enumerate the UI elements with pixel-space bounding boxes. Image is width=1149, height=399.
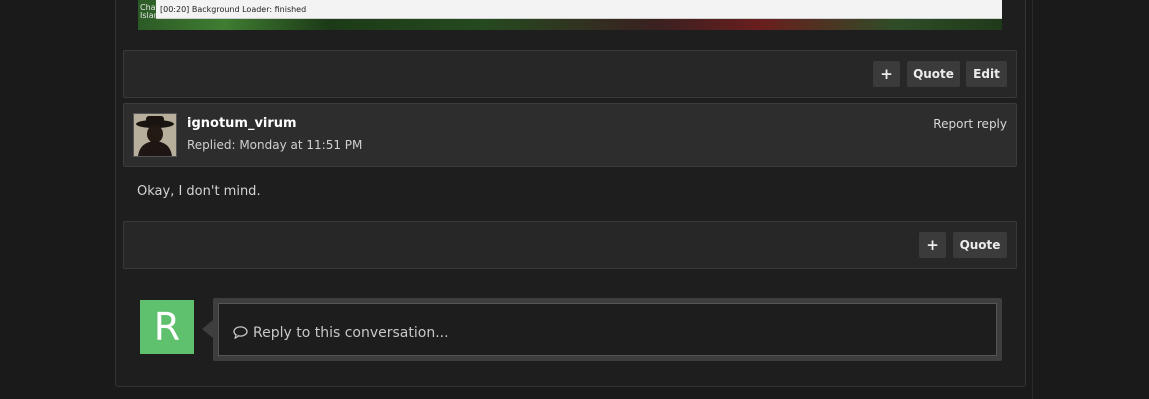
reply-username[interactable]: ignotum_virum (187, 116, 297, 131)
user-avatar: R (140, 300, 194, 354)
edit-button[interactable]: Edit (966, 61, 1007, 87)
reply-input[interactable]: Reply to this conversation... (218, 303, 997, 356)
reply-header: ignotum_virum Replied: Monday at 11:51 P… (123, 103, 1017, 167)
quote-button[interactable]: Quote (953, 232, 1007, 258)
reply-timestamp: Replied: Monday at 11:51 PM (187, 138, 363, 152)
embedded-screenshot[interactable]: Chat Islan [00:20] Background Loader: fi… (138, 0, 1002, 30)
reply-placeholder: Reply to this conversation... (233, 325, 449, 343)
reply-action-bar: + Quote (123, 221, 1017, 269)
react-plus-button[interactable]: + (873, 61, 900, 87)
composer-pointer (202, 320, 213, 338)
column-divider (1032, 0, 1033, 399)
report-reply-link[interactable]: Report reply (933, 117, 1007, 131)
avatar-silhouette-icon (134, 114, 176, 156)
post-action-bar: + Quote Edit (123, 50, 1017, 98)
react-plus-button[interactable]: + (919, 232, 946, 258)
reply-composer[interactable]: Reply to this conversation... (213, 298, 1002, 361)
embedded-loader-status: [00:20] Background Loader: finished (156, 0, 1002, 19)
reply-placeholder-text: Reply to this conversation... (253, 325, 449, 341)
avatar[interactable] (133, 113, 177, 157)
reply-message: Okay, I don't mind. (137, 184, 261, 199)
comment-icon (233, 326, 248, 343)
quote-button[interactable]: Quote (907, 61, 960, 87)
